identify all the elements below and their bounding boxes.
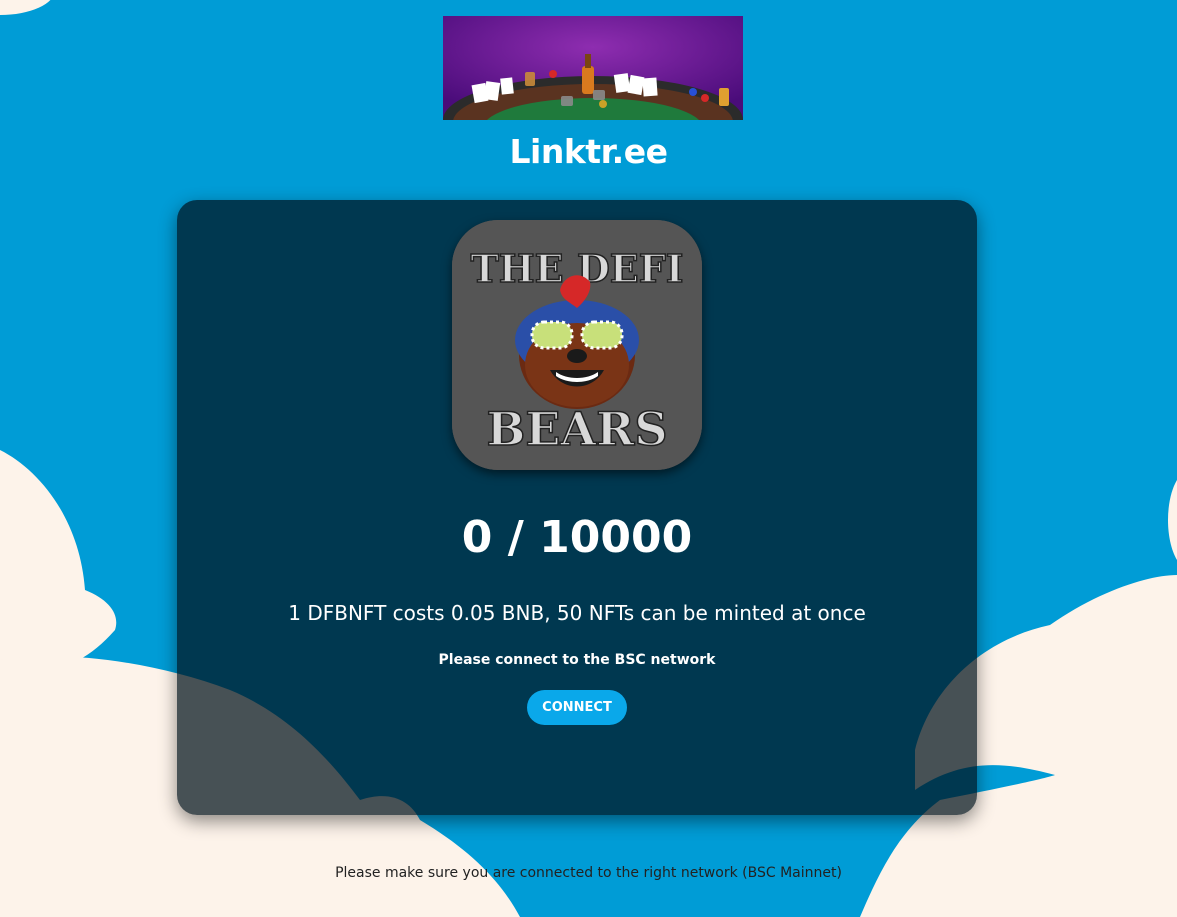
defi-bears-logo: THE DEFI BEARS bbox=[452, 220, 702, 470]
mint-card: THE DEFI BEARS 0 / 10000 1 DFBNFT costs … bbox=[177, 200, 977, 815]
footer-network-note: Please make sure you are connected to th… bbox=[335, 865, 842, 881]
network-prompt: Please connect to the BSC network bbox=[438, 652, 716, 668]
mint-counter: 0 / 10000 bbox=[461, 512, 693, 563]
mint-cost-text: 1 DFBNFT costs 0.05 BNB, 50 NFTs can be … bbox=[288, 601, 866, 625]
linktree-link[interactable]: Linktr.ee bbox=[0, 132, 1177, 171]
connect-button[interactable]: CONNECT bbox=[527, 690, 627, 725]
header-banner-image bbox=[443, 16, 743, 120]
svg-text:BEARS: BEARS bbox=[486, 402, 667, 456]
